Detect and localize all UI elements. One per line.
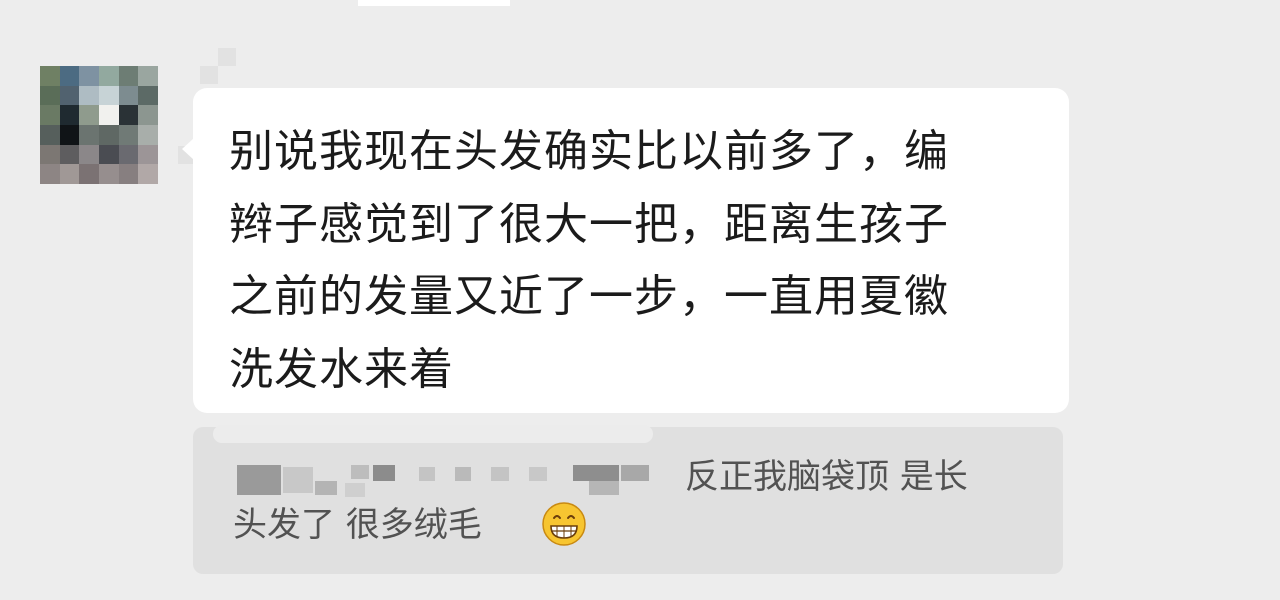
quote-text-line: 反正我脑袋顶 是长: [685, 457, 968, 497]
avatar[interactable]: [40, 66, 158, 184]
message-text: 别说我现在头发确实比以前多了，编 辫子感觉到了很大一把，距离生孩子 之前的发量又…: [229, 116, 1041, 406]
message-line: 辫子感觉到了很大一把，距离生孩子: [229, 198, 949, 250]
mosaic-artifact: [200, 66, 218, 84]
grinning-face-icon: [542, 502, 586, 546]
message-bubble[interactable]: 别说我现在头发确实比以前多了，编 辫子感觉到了很大一把，距离生孩子 之前的发量又…: [182, 88, 1069, 413]
bubble-tail: [182, 138, 194, 160]
quote-text-line: 头发了 很多绒毛: [233, 505, 482, 545]
quote-sender-redacted: [233, 459, 663, 499]
top-strip: [358, 0, 510, 6]
quote-highlight: [213, 425, 653, 443]
message-line: 洗发水来着: [229, 343, 454, 395]
mosaic-artifact: [218, 48, 236, 66]
message-line: 别说我现在头发确实比以前多了，编: [229, 126, 949, 177]
message-line: 之前的发量又近了一步，一直用夏徽: [229, 271, 949, 322]
quoted-message[interactable]: 反正我脑袋顶 是长 头发了 很多绒毛: [193, 425, 1063, 574]
